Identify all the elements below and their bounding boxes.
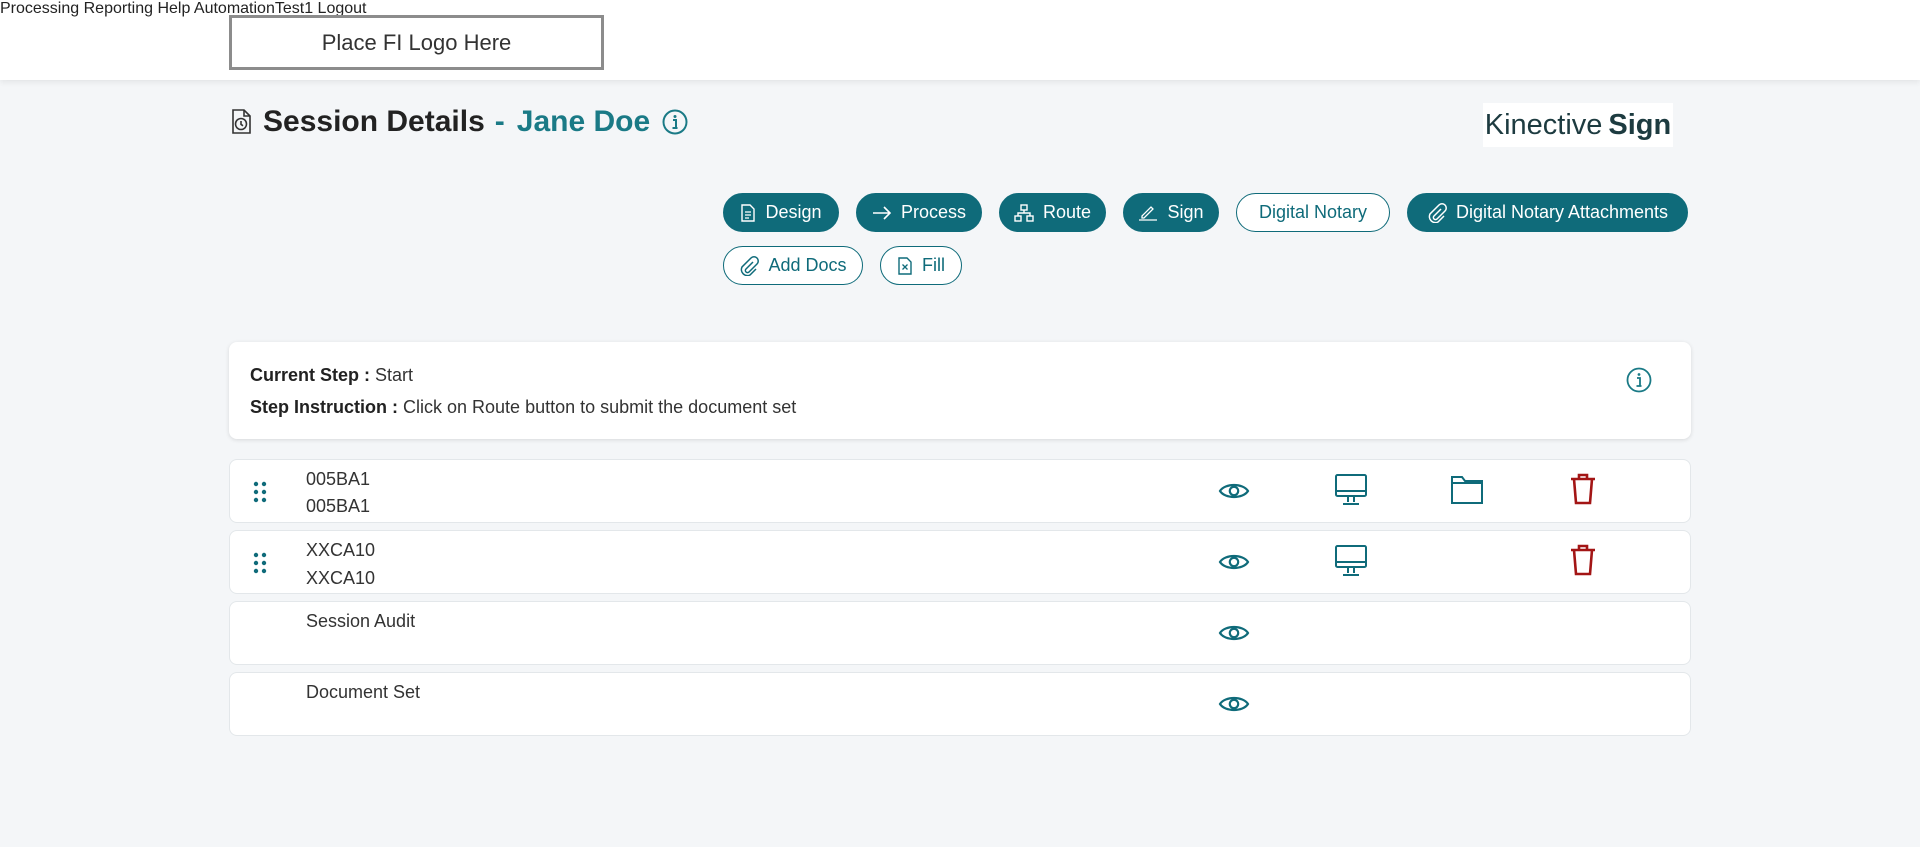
- route-button[interactable]: Route: [999, 193, 1106, 232]
- step-instruction: Step Instruction : Click on Route button…: [250, 397, 796, 418]
- step-info-card: Current Step : Start Step Instruction : …: [229, 342, 1691, 439]
- logo-text: Place FI Logo Here: [321, 29, 512, 55]
- eye-icon[interactable]: [1218, 551, 1250, 573]
- top-navbar: Place FI Logo Here Processing Reporting …: [0, 0, 1920, 80]
- nav-help[interactable]: Help: [157, 0, 190, 17]
- customer-name: Jane Doe: [516, 105, 651, 138]
- brand-bold: Sign: [1608, 108, 1672, 141]
- nav-processing[interactable]: Processing: [0, 0, 79, 17]
- route-label: Route: [1042, 202, 1092, 222]
- trash-icon[interactable]: [1569, 544, 1597, 576]
- add-docs-button[interactable]: Add Docs: [723, 246, 863, 285]
- folder-icon[interactable]: [1450, 473, 1484, 505]
- design-button[interactable]: Design: [723, 193, 839, 232]
- page-title: Session Details: [263, 105, 485, 138]
- monitor-icon[interactable]: [1334, 473, 1368, 507]
- current-step: Current Step : Start: [250, 365, 413, 386]
- arrow-right-icon: [872, 205, 892, 220]
- fill-button[interactable]: Fill: [880, 246, 962, 285]
- trash-icon[interactable]: [1569, 473, 1597, 505]
- title-separator: -: [494, 105, 505, 138]
- digital-notary-attachments-label: Digital Notary Attachments: [1455, 202, 1669, 222]
- sign-button[interactable]: Sign: [1123, 193, 1219, 232]
- paperclip-icon: [1428, 202, 1447, 223]
- document-row: 005BA1 005BA1: [229, 459, 1691, 523]
- current-step-label: Current Step :: [250, 365, 371, 385]
- document-row: XXCA10 XXCA10: [229, 530, 1691, 594]
- info-icon[interactable]: [662, 109, 688, 135]
- document-code: XXCA10: [306, 540, 376, 560]
- kinective-sign-logo: Kinective Sign: [1483, 103, 1673, 147]
- step-instruction-value: Click on Route button to submit the docu…: [403, 397, 797, 417]
- session-audit-label: Session Audit: [306, 611, 416, 631]
- document-set-label: Document Set: [306, 682, 421, 702]
- document-code: 005BA1: [306, 469, 371, 489]
- fi-logo-placeholder[interactable]: Place FI Logo Here: [229, 15, 604, 70]
- drag-handle-icon[interactable]: [252, 480, 268, 504]
- sitemap-icon: [1014, 203, 1034, 222]
- brand-light: Kinective: [1484, 108, 1603, 141]
- page-header: Session Details - Jane Doe: [229, 102, 688, 142]
- process-label: Process: [900, 202, 967, 222]
- eye-icon[interactable]: [1218, 480, 1250, 502]
- eye-icon[interactable]: [1218, 693, 1250, 715]
- document-set-row: Document Set: [229, 672, 1691, 736]
- paperclip-icon: [741, 255, 760, 276]
- drag-handle-icon[interactable]: [252, 551, 268, 575]
- sign-label: Sign: [1167, 202, 1204, 222]
- digital-notary-label: Digital Notary: [1258, 202, 1368, 222]
- document-name: 005BA1: [306, 496, 371, 516]
- design-label: Design: [765, 202, 822, 222]
- session-audit-row: Session Audit: [229, 601, 1691, 665]
- document-icon: [741, 203, 756, 222]
- digital-notary-attachments-button[interactable]: Digital Notary Attachments: [1407, 193, 1688, 232]
- step-instruction-label: Step Instruction :: [250, 397, 398, 417]
- fill-document-icon: [898, 256, 912, 275]
- info-icon[interactable]: [1626, 367, 1652, 393]
- eye-icon[interactable]: [1218, 622, 1250, 644]
- nav-reporting[interactable]: Reporting: [84, 0, 153, 17]
- fill-label: Fill: [922, 255, 945, 275]
- process-button[interactable]: Process: [856, 193, 982, 232]
- signature-icon: [1139, 205, 1158, 221]
- monitor-icon[interactable]: [1334, 544, 1368, 578]
- history-document-icon: [232, 109, 251, 134]
- add-docs-label: Add Docs: [768, 255, 847, 275]
- document-name: XXCA10: [306, 568, 376, 588]
- digital-notary-button[interactable]: Digital Notary: [1236, 193, 1390, 232]
- current-step-value: Start: [375, 365, 414, 385]
